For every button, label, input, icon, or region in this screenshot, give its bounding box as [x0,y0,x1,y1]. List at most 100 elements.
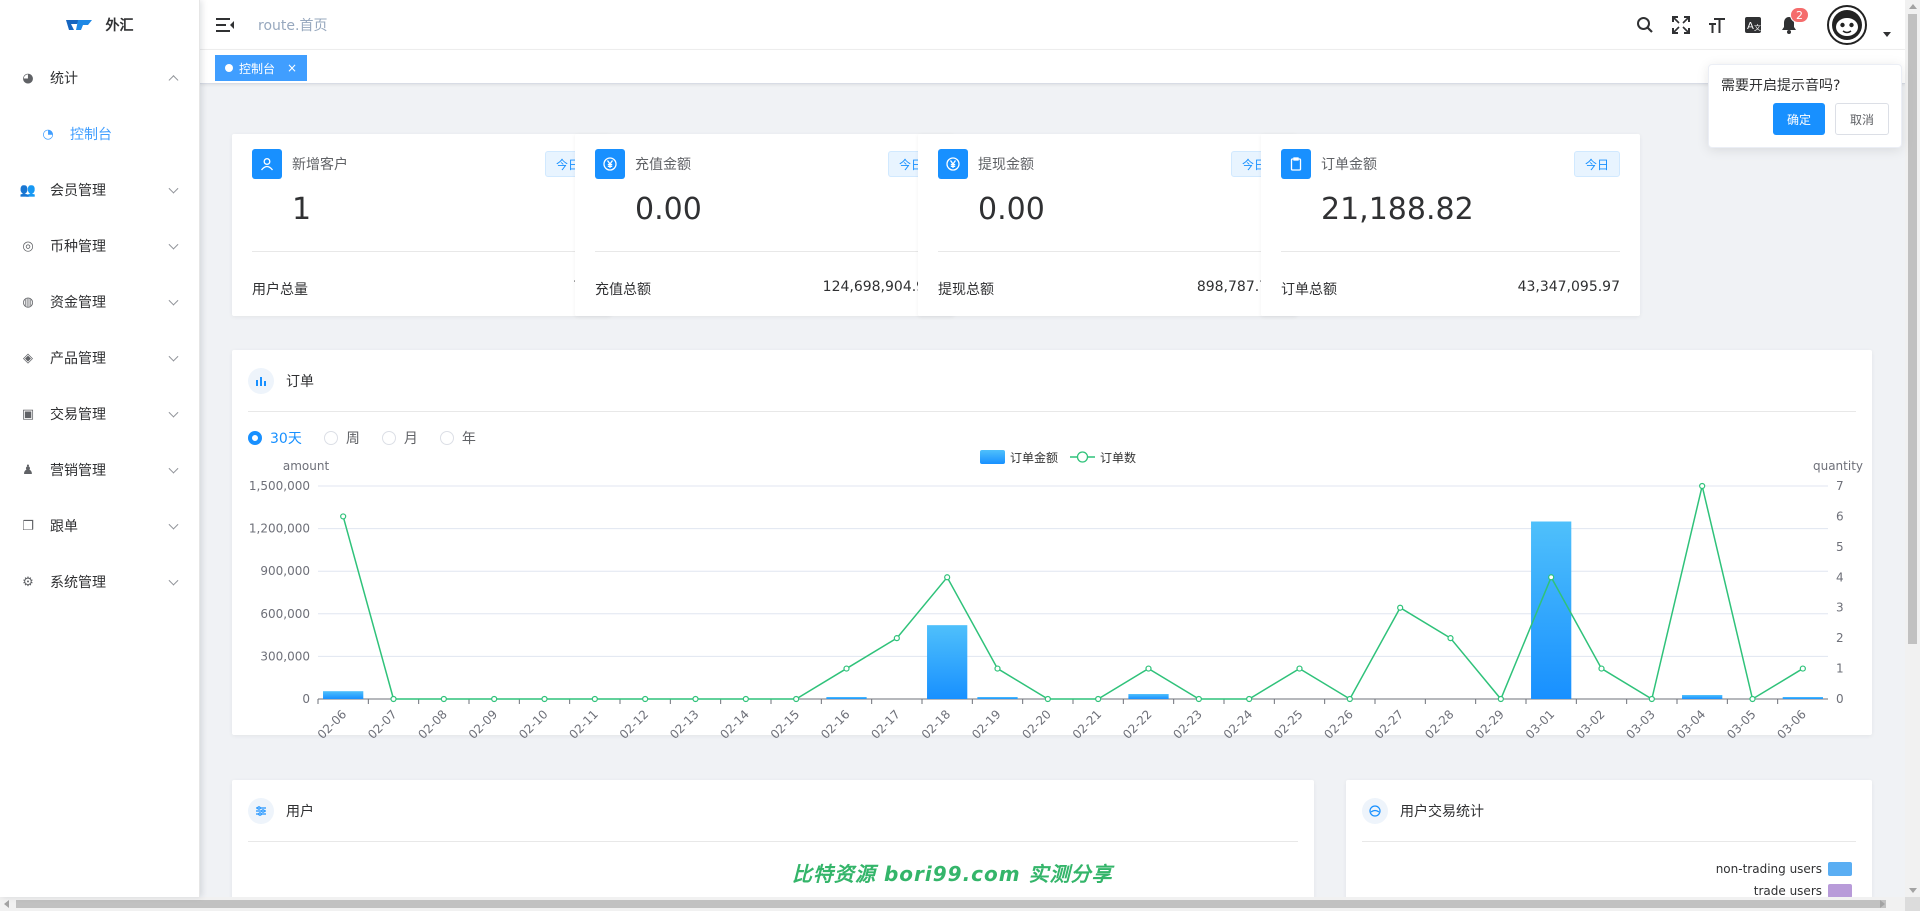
line-point [1246,695,1253,703]
line-point [1699,482,1706,490]
stat-card-1: 充值金额 今日 0.00 充值总额 124,698,904.95 [575,134,954,316]
line-point [843,665,850,672]
chevron-down-icon [168,519,179,530]
y2-tick-label: 0 [1836,692,1844,706]
stat-card-2: 提现金额 今日 0.00 提现总额 898,787.78 [918,134,1297,316]
x-tick-label: 02-24 [1221,707,1256,742]
search-icon[interactable] [1635,15,1655,35]
sidebar-item-4[interactable]: ◍ 资金管理 [0,274,199,330]
line-point [1145,665,1152,672]
line-point [1447,635,1454,642]
x-tick-label: 02-27 [1372,707,1407,742]
tag-close-icon[interactable]: × [287,61,297,75]
y2-tick-label: 3 [1836,601,1844,615]
tag-dashboard[interactable]: 控制台 × [215,55,308,81]
logo-icon [65,20,92,30]
line-point [944,574,951,581]
x-tick-label: 02-26 [1321,707,1356,742]
stat-header: 提现金额 [938,149,1034,179]
legend-swatch-bar [980,450,1005,464]
watermark: 比特资源 bori99.com 实测分享 [792,862,1113,886]
line-point [994,665,1001,672]
x-tick-label: 02-25 [1271,707,1306,742]
x-tick-label: 02-12 [617,707,652,742]
sidebar-item-9[interactable]: ⚙ 系统管理 [0,554,199,610]
fullscreen-icon[interactable] [1671,15,1691,35]
avatar[interactable] [1827,5,1867,45]
stat-total-label: 提现总额 [938,282,994,298]
line-point [1497,695,1504,703]
y-tick-label: 900,000 [260,564,310,578]
vertical-scroll-thumb[interactable] [1908,14,1917,644]
user-trade-section-title: 用户交易统计 [1400,803,1484,820]
translate-icon[interactable]: A文 [1743,15,1763,35]
stat-title: 订单金额 [1321,157,1377,173]
sidebar-item-3[interactable]: ◎ 币种管理 [0,218,199,274]
top-header: route.首页 A文 2 [200,0,1905,50]
order-chart: 0 300,000 600,000 900,000 1,200,000 1,500,000… [249,450,1863,742]
cancel-button[interactable]: 取消 [1834,103,1889,135]
order-chart-card: 订单 30天周月年 0 300,000 600,000 900,000 1,200,00… [232,350,1872,742]
confirm-button[interactable]: 确定 [1772,103,1825,135]
sidebar-item-7[interactable]: ♟ 营销管理 [0,442,199,498]
x-tick-label: 03-05 [1724,707,1759,742]
legend-swatch [1828,884,1852,897]
sidebar-item-1[interactable]: ◔ 控制台 [0,106,199,162]
bar [826,697,867,699]
users-section-title: 用户 [286,803,314,820]
bar [1682,695,1723,699]
scrollbar-corner [1905,897,1920,911]
y2-tick-label: 2 [1836,631,1844,645]
x-tick-label: 02-13 [667,707,702,742]
user-icon [252,149,282,179]
y-axis-title: amount [283,459,330,473]
bell-icon[interactable]: 2 [1779,7,1809,35]
line-point [1195,695,1202,703]
chart-pie-icon [1362,797,1388,824]
legend-label-amount: 订单金额 [1010,450,1058,465]
legend-item-1[interactable]: trade users [1754,884,1852,897]
popover-text: 需要开启提示音吗? [1721,78,1841,94]
line-point [440,695,447,703]
x-tick-label: 02-19 [969,707,1004,742]
legend-item-0[interactable]: non-trading users [1716,862,1852,876]
vertical-scrollbar[interactable] [1905,0,1920,897]
horizontal-scroll-thumb[interactable] [16,900,1886,908]
notification-badge: 2 [1790,7,1809,23]
yen-icon [938,149,968,179]
app-logo[interactable]: 外汇 [0,0,199,50]
legend-swatch [1828,862,1852,876]
sidebar-item-8[interactable]: ❐ 跟单 [0,498,199,554]
stat-total-label: 充值总额 [595,282,651,298]
font-size-icon[interactable] [1707,15,1727,35]
line-point [340,513,347,520]
breadcrumb[interactable]: route.首页 [258,15,327,35]
bar [977,697,1018,699]
sidebar-item-6[interactable]: ▣ 交易管理 [0,386,199,442]
sidebar-item-0[interactable]: ◕ 统计 [0,50,199,106]
chevron-down-icon [168,183,179,194]
y2-tick-label: 5 [1836,540,1844,554]
y-tick-label: 0 [302,692,310,706]
y2-tick-label: 7 [1836,479,1844,493]
bar [1128,694,1169,699]
app-title: 外汇 [105,18,134,34]
hamburger-icon[interactable] [216,17,234,33]
sidebar-item-2[interactable]: 👥 会员管理 [0,162,199,218]
x-tick-label: 02-16 [818,707,853,742]
x-tick-label: 02-14 [717,707,752,742]
y-tick-label: 1,500,000 [249,479,310,493]
x-tick-label: 02-11 [566,707,601,742]
user-trade-section-header: 用户交易统计 [1362,796,1856,842]
x-tick-label: 03-03 [1623,707,1658,742]
stat-card-0: 新增客户今日1用户总量70 [232,134,611,316]
user-trade-legend: non-trading users trade users [1716,862,1852,897]
user-dropdown-caret-icon[interactable] [1883,31,1891,37]
stat-title: 充值金额 [635,157,691,173]
line-point [491,695,498,703]
active-dot-icon [225,64,233,72]
sidebar-item-5[interactable]: ◈ 产品管理 [0,330,199,386]
legend-label-count: 订单数 [1100,450,1136,465]
x-tick-label: 02-28 [1422,707,1457,742]
horizontal-scrollbar[interactable] [0,897,1905,911]
